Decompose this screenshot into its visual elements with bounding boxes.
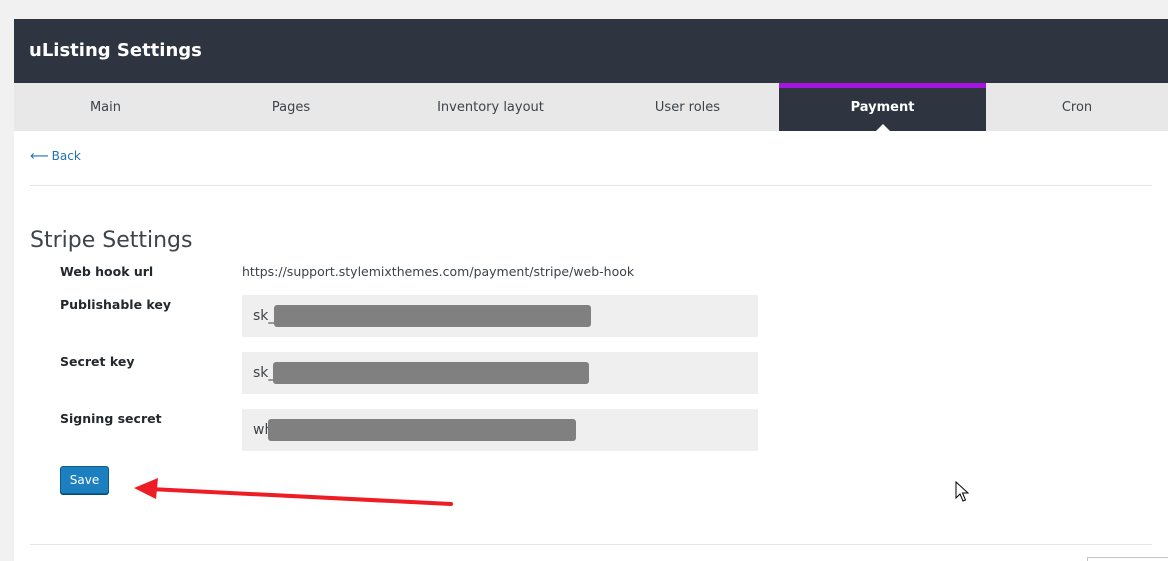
arrow-head [134,478,158,499]
mouse-cursor-icon [955,481,969,502]
arrow-shaft [148,487,453,506]
annotation-arrow [134,478,453,506]
